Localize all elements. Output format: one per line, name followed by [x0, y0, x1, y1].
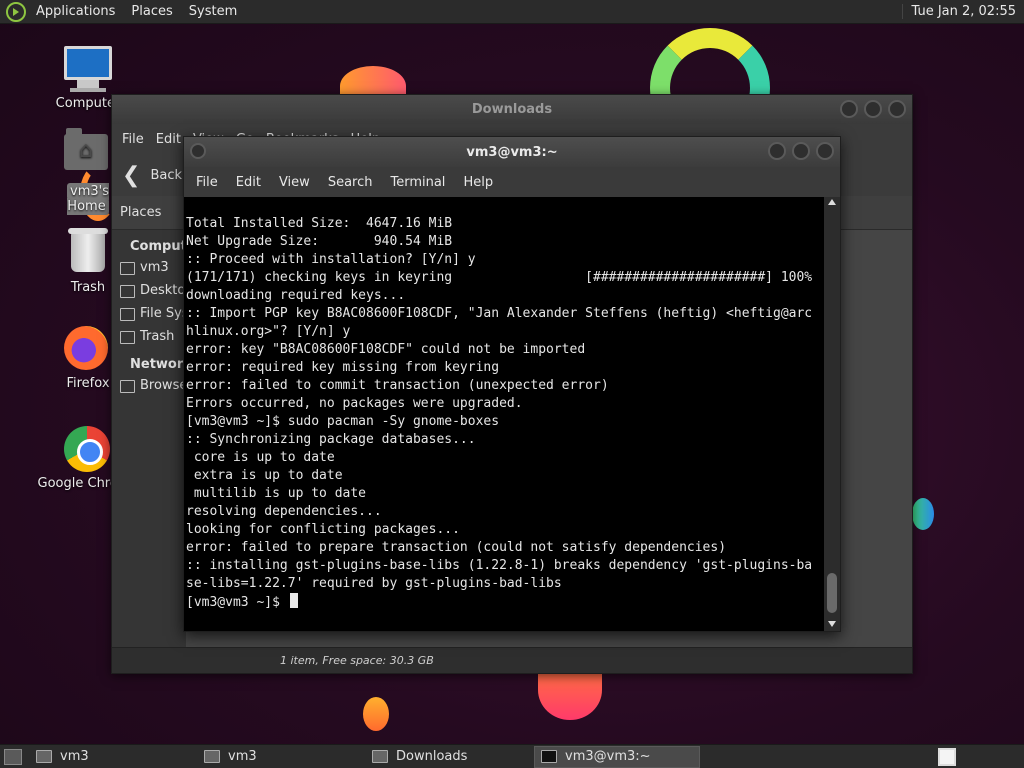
- window-title: Downloads: [471, 102, 553, 117]
- taskbar-item-label: vm3: [228, 749, 257, 764]
- places-menu[interactable]: Places: [123, 0, 180, 24]
- applications-menu[interactable]: Applications: [28, 0, 123, 24]
- terminal-window[interactable]: vm3@vm3:~ File Edit View Search Terminal…: [183, 136, 841, 632]
- shell-prompt: [vm3@vm3 ~]$: [186, 595, 288, 610]
- terminal-line: resolving dependencies...: [186, 504, 382, 519]
- maximize-button[interactable]: [864, 100, 882, 118]
- trash-icon: [64, 228, 112, 280]
- taskbar-item-terminal[interactable]: vm3@vm3:~: [534, 745, 700, 768]
- maximize-button[interactable]: [792, 142, 810, 160]
- clock[interactable]: Tue Jan 2, 02:55: [902, 4, 1024, 19]
- folder-icon: [204, 750, 220, 763]
- folder-icon: [372, 750, 388, 763]
- status-bar: 1 item, Free space: 30.3 GB: [112, 647, 912, 673]
- home-folder-icon: [64, 128, 112, 182]
- terminal-line: :: installing gst-plugins-base-libs (1.2…: [186, 558, 813, 573]
- terminal-line: Net Upgrade Size: 940.54 MiB: [186, 234, 453, 249]
- terminal-line: downloading required keys...: [186, 288, 406, 303]
- computer-icon: [64, 46, 112, 94]
- terminal-titlebar[interactable]: vm3@vm3:~: [184, 137, 840, 167]
- terminal-line: hlinux.org>"? [Y/n] y: [186, 324, 351, 339]
- terminal-prompt-line[interactable]: [vm3@vm3 ~]$: [186, 593, 824, 612]
- workspace-switcher[interactable]: [938, 747, 956, 766]
- terminal-line: (171/171) checking keys in keyring [####…: [186, 270, 813, 285]
- sidebar-group-computer: Computer: [130, 239, 186, 254]
- menu-search[interactable]: Search: [320, 175, 381, 190]
- menu-file[interactable]: File: [188, 175, 226, 190]
- system-menu[interactable]: System: [181, 0, 245, 24]
- terminal-menubar: File Edit View Search Terminal Help: [184, 167, 840, 197]
- terminal-line: error: failed to prepare transaction (co…: [186, 540, 727, 555]
- terminal-line: :: Proceed with installation? [Y/n] y: [186, 252, 476, 267]
- taskbar-item-downloads[interactable]: Downloads: [366, 746, 532, 768]
- sidebar-item-browse-network[interactable]: Browse Network: [112, 374, 186, 397]
- sidebar-header[interactable]: Places: [112, 196, 186, 230]
- sidebar-item-desktop[interactable]: Desktop: [112, 279, 186, 302]
- taskbar-item-vm3-1[interactable]: vm3: [30, 746, 196, 768]
- terminal-line: Total Installed Size: 4647.16 MiB: [186, 216, 453, 231]
- terminal-line: [vm3@vm3 ~]$ sudo pacman -Sy gnome-boxes: [186, 414, 500, 429]
- minimize-button[interactable]: [768, 142, 786, 160]
- terminal-line: multilib is up to date: [186, 486, 367, 501]
- taskbar-item-label: vm3@vm3:~: [565, 749, 651, 764]
- terminal-line: Errors occurred, no packages were upgrad…: [186, 396, 523, 411]
- chrome-icon: [64, 426, 112, 474]
- scroll-up-arrow-icon[interactable]: [828, 199, 836, 205]
- folder-icon: [36, 750, 52, 763]
- terminal-line: :: Synchronizing package databases...: [186, 432, 476, 447]
- distro-logo-icon[interactable]: [6, 1, 26, 22]
- terminal-line: error: key "B8AC08600F108CDF" could not …: [186, 342, 586, 357]
- terminal-icon: [541, 750, 557, 763]
- close-button[interactable]: [888, 100, 906, 118]
- text-cursor: [289, 593, 298, 608]
- terminal-line: core is up to date: [186, 450, 335, 465]
- terminal-output[interactable]: Total Installed Size: 4647.16 MiB Net Up…: [184, 197, 826, 631]
- scroll-down-arrow-icon[interactable]: [828, 621, 836, 627]
- window-menu-icon[interactable]: [190, 143, 206, 159]
- show-desktop-button[interactable]: [4, 748, 22, 765]
- sidebar-item-filesystem[interactable]: File System: [112, 302, 186, 325]
- menu-edit[interactable]: Edit: [228, 175, 269, 190]
- close-button[interactable]: [816, 142, 834, 160]
- terminal-line: :: Import PGP key B8AC08600F108CDF, "Jan…: [186, 306, 813, 321]
- terminal-line: extra is up to date: [186, 468, 343, 483]
- menu-file[interactable]: File: [116, 132, 150, 147]
- menu-help[interactable]: Help: [455, 175, 501, 190]
- taskbar-item-label: Downloads: [396, 749, 468, 764]
- bottom-panel: vm3 vm3 Downloads vm3@vm3:~: [0, 744, 1024, 768]
- wallpaper-blue-shape: [912, 498, 934, 530]
- taskbar-item-vm3-2[interactable]: vm3: [198, 746, 364, 768]
- terminal-line: se-libs=1.22.7' required by gst-plugins-…: [186, 576, 562, 591]
- terminal-scrollbar[interactable]: [824, 197, 840, 631]
- taskbar-item-label: vm3: [60, 749, 89, 764]
- menu-edit[interactable]: Edit: [150, 132, 187, 147]
- scrollbar-thumb[interactable]: [827, 573, 837, 613]
- back-arrow-icon[interactable]: ❮: [122, 163, 140, 188]
- window-title: vm3@vm3:~: [466, 144, 558, 160]
- sidebar-item-home[interactable]: vm3: [112, 256, 186, 279]
- file-manager-titlebar[interactable]: Downloads: [112, 95, 912, 124]
- minimize-button[interactable]: [840, 100, 858, 118]
- terminal-line: error: failed to commit transaction (une…: [186, 378, 609, 393]
- sidebar-group-network: Network: [130, 357, 186, 372]
- back-button[interactable]: Back: [150, 168, 182, 183]
- sidebar-item-trash[interactable]: Trash: [112, 325, 186, 348]
- terminal-line: looking for conflicting packages...: [186, 522, 460, 537]
- firefox-icon: [64, 326, 112, 374]
- places-sidebar: Places Computer vm3 Desktop File System …: [112, 196, 186, 651]
- wallpaper-small-shape: [363, 697, 389, 731]
- menu-terminal[interactable]: Terminal: [382, 175, 453, 190]
- menu-view[interactable]: View: [271, 175, 318, 190]
- terminal-line: error: required key missing from keyring: [186, 360, 500, 375]
- top-panel: Applications Places System Tue Jan 2, 02…: [0, 0, 1024, 24]
